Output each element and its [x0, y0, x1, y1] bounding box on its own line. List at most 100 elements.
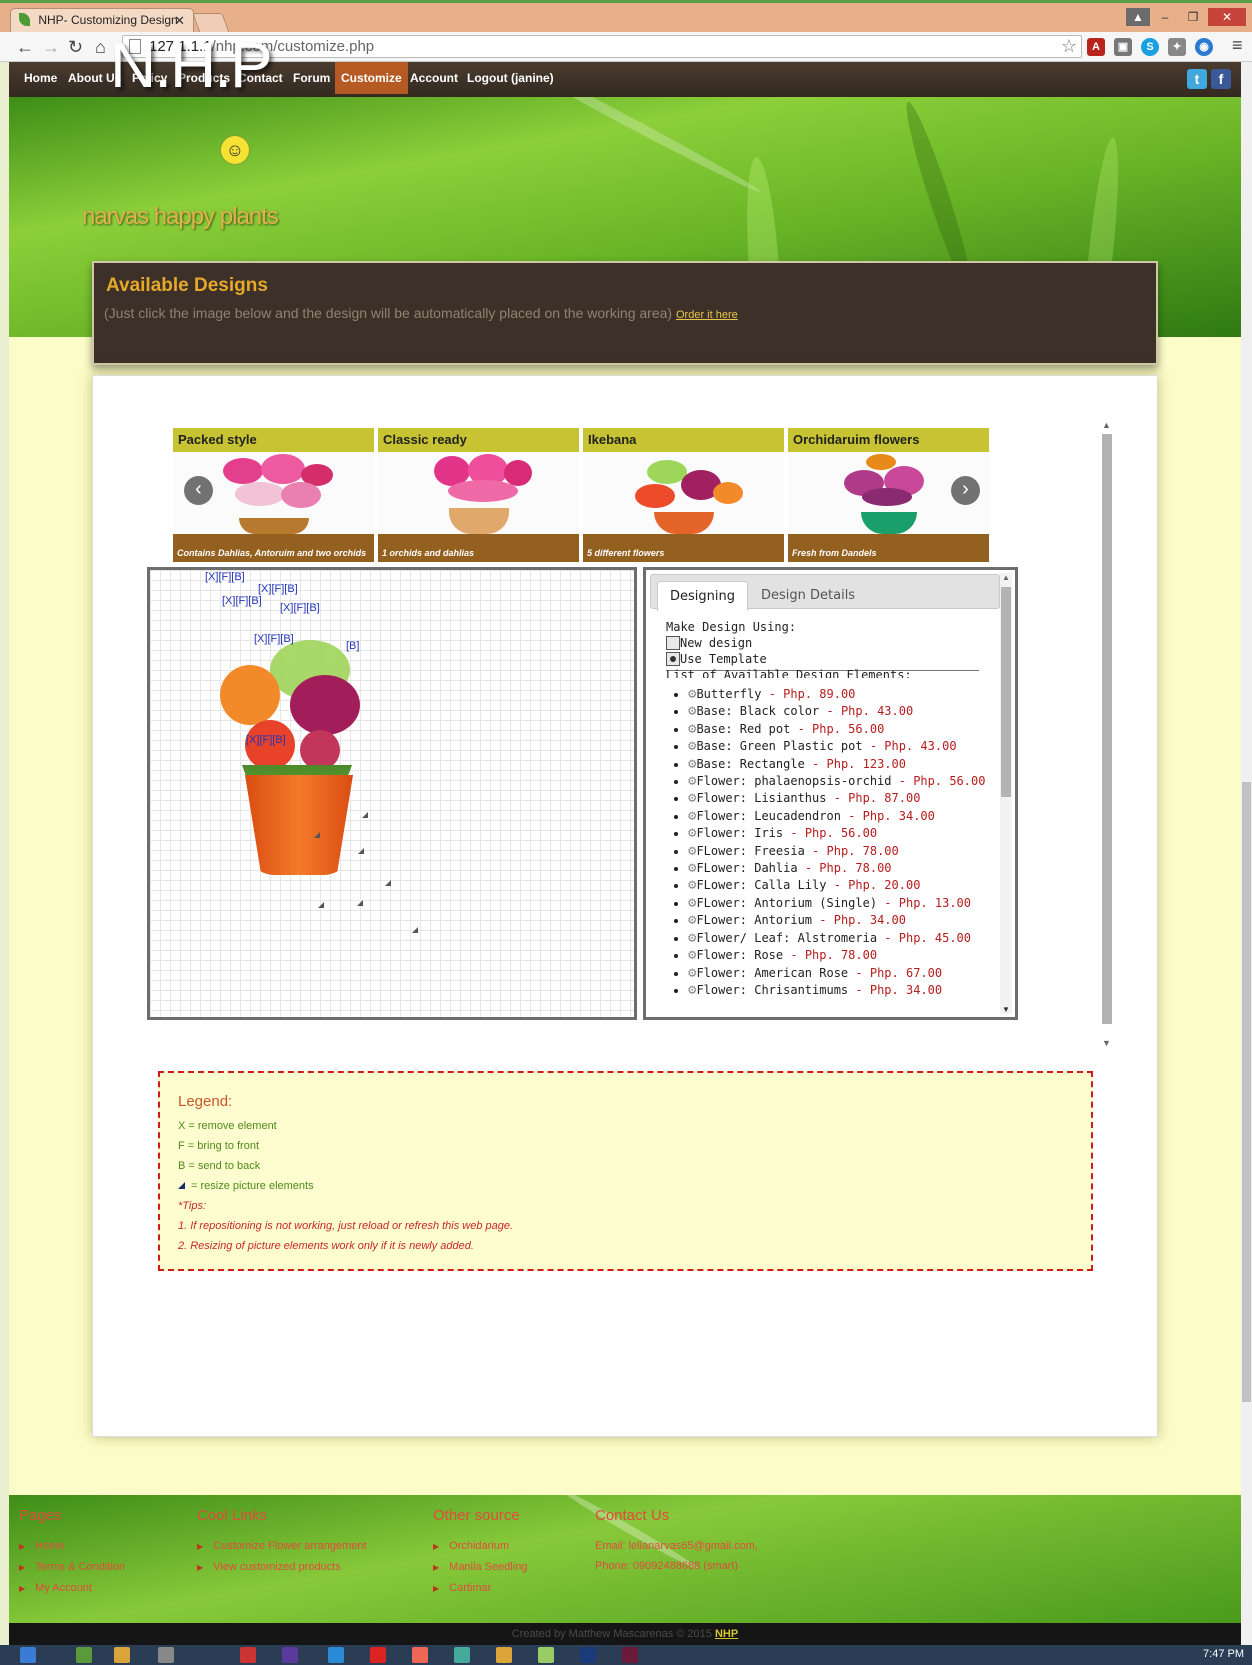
- footer-link[interactable]: Home: [19, 1536, 125, 1557]
- footer-link[interactable]: Terms & Condition: [19, 1557, 125, 1578]
- element-controls[interactable]: [X][F][B]: [280, 602, 320, 614]
- design-element-item[interactable]: ⚙Flower: Rose - Php. 78.00: [688, 947, 988, 964]
- panel-scroll-thumb[interactable]: [1102, 434, 1112, 1024]
- opera-icon[interactable]: [370, 1647, 386, 1663]
- working-area[interactable]: [X][F][B] [X][F][B] [X][F][B] [X][F][B] …: [147, 567, 637, 1020]
- resize-handle-icon[interactable]: [314, 832, 320, 838]
- chrome-icon[interactable]: [454, 1647, 470, 1663]
- radio-new-design[interactable]: [666, 636, 680, 650]
- back-arrow-icon[interactable]: ←: [16, 37, 34, 58]
- element-controls[interactable]: [X][F][B]: [258, 583, 298, 595]
- twitter-icon[interactable]: t: [1187, 69, 1207, 89]
- resize-handle-icon[interactable]: [318, 902, 324, 908]
- option-use-template[interactable]: Use Template: [666, 652, 988, 666]
- scroll-down-icon[interactable]: ▼: [1102, 1038, 1111, 1048]
- photoshop-icon[interactable]: [580, 1647, 596, 1663]
- design-element-item[interactable]: ⚙Flower: Iris - Php. 56.00: [688, 825, 988, 842]
- minimize-button[interactable]: –: [1152, 8, 1178, 26]
- footer-link[interactable]: My Account: [19, 1578, 125, 1599]
- design-card-ikebana[interactable]: Ikebana 5 different flowers: [583, 428, 784, 562]
- facebook-icon[interactable]: f: [1211, 69, 1231, 89]
- design-element-item[interactable]: ⚙FLower: Antorium (Single) - Php. 13.00: [688, 895, 988, 912]
- design-element-item[interactable]: ⚙Base: Red pot - Php. 56.00: [688, 721, 988, 738]
- resize-handle-icon[interactable]: [362, 812, 368, 818]
- tab-design-details[interactable]: Design Details: [749, 581, 867, 611]
- indesign-icon[interactable]: [622, 1647, 638, 1663]
- scroll-up-icon[interactable]: ▲: [1002, 573, 1010, 582]
- nav-home[interactable]: Home: [24, 71, 57, 85]
- extension-icon[interactable]: ▣: [1114, 38, 1132, 56]
- element-controls[interactable]: [X][F][B]: [222, 595, 262, 607]
- menu-icon[interactable]: ≡: [1232, 35, 1243, 56]
- reload-icon[interactable]: ↻: [68, 37, 83, 58]
- design-element-item[interactable]: ⚙Base: Black color - Php. 43.00: [688, 703, 988, 720]
- nav-logout[interactable]: Logout (janine): [467, 71, 554, 85]
- footer-link[interactable]: Manila Seedling: [433, 1557, 527, 1578]
- home-icon[interactable]: ⌂: [95, 37, 106, 58]
- element-controls[interactable]: [X][F][B]: [246, 734, 286, 746]
- panel-scrollbar[interactable]: ▲ ▼: [1100, 420, 1114, 1050]
- flower-element[interactable]: [290, 675, 360, 735]
- page-scrollbar[interactable]: [1241, 62, 1252, 1645]
- nav-customize[interactable]: Customize: [335, 62, 408, 94]
- design-card-classic[interactable]: Classic ready 1 orchids and dahlias: [378, 428, 579, 562]
- pdf-extension-icon[interactable]: A: [1087, 38, 1105, 56]
- order-link[interactable]: Order it here: [676, 309, 738, 321]
- flower-element[interactable]: [220, 665, 280, 725]
- design-element-item[interactable]: ⚙Flower: American Rose - Php. 67.00: [688, 965, 988, 982]
- flower-element[interactable]: [300, 730, 340, 770]
- nav-account[interactable]: Account: [410, 71, 458, 85]
- design-image[interactable]: [378, 452, 579, 534]
- site-logo[interactable]: N.H.P: [110, 28, 273, 102]
- design-element-item[interactable]: ⚙FLower: Antorium - Php. 34.00: [688, 912, 988, 929]
- app-icon[interactable]: [158, 1647, 174, 1663]
- page-scroll-thumb[interactable]: [1242, 782, 1251, 1402]
- carousel-next-button[interactable]: ›: [951, 476, 980, 505]
- user-icon[interactable]: ▲: [1126, 8, 1150, 26]
- design-element-item[interactable]: ⚙Base: Green Plastic pot - Php. 43.00: [688, 738, 988, 755]
- design-element-item[interactable]: ⚙FLower: Calla Lily - Php. 20.00: [688, 877, 988, 894]
- footer-link[interactable]: Cartimar: [433, 1578, 527, 1599]
- explorer-icon[interactable]: [114, 1647, 130, 1663]
- forward-arrow-icon[interactable]: →: [42, 37, 60, 58]
- app-icon[interactable]: [282, 1647, 298, 1663]
- design-element-item[interactable]: ⚙Flower/ Leaf: Alstromeria - Php. 45.00: [688, 930, 988, 947]
- puzzle-extension-icon[interactable]: ✦: [1168, 38, 1186, 56]
- elements-scroll-thumb[interactable]: [1001, 587, 1011, 797]
- red-pot-element[interactable]: [245, 775, 353, 875]
- option-new-design[interactable]: New design: [666, 636, 988, 650]
- design-element-item[interactable]: ⚙Flower: Leucadendron - Php. 34.00: [688, 808, 988, 825]
- credit-link[interactable]: NHP: [715, 1628, 738, 1640]
- elements-scrollbar[interactable]: ▲ ▼: [1000, 573, 1012, 1014]
- design-element-item[interactable]: ⚙Flower: Chrisantimums - Php. 34.00: [688, 982, 988, 999]
- close-tab-icon[interactable]: ✕: [174, 13, 185, 29]
- element-controls-partial[interactable]: [B]: [346, 640, 359, 652]
- app-icon[interactable]: [538, 1647, 554, 1663]
- scroll-down-icon[interactable]: ▼: [1002, 1005, 1010, 1014]
- design-element-item[interactable]: ⚙FLower: Dahlia - Php. 78.00: [688, 860, 988, 877]
- design-element-item[interactable]: ⚙Flower: Lisianthus - Php. 87.00: [688, 790, 988, 807]
- design-element-item[interactable]: ⚙Butterfly - Php. 89.00: [688, 686, 988, 703]
- nav-forum[interactable]: Forum: [293, 71, 330, 85]
- footer-link[interactable]: Customize Flower arrangement: [197, 1536, 366, 1557]
- globe-extension-icon[interactable]: ◉: [1195, 38, 1213, 56]
- bookmark-star-icon[interactable]: ☆: [1061, 36, 1077, 57]
- radio-use-template[interactable]: [666, 652, 680, 666]
- carousel-prev-button[interactable]: ‹: [184, 476, 213, 505]
- app-icon[interactable]: [76, 1647, 92, 1663]
- app-icon[interactable]: [496, 1647, 512, 1663]
- close-window-button[interactable]: ✕: [1208, 8, 1246, 26]
- design-image[interactable]: [583, 452, 784, 534]
- resize-handle-icon[interactable]: [357, 900, 363, 906]
- resize-handle-icon[interactable]: [358, 848, 364, 854]
- resize-handle-icon[interactable]: [385, 880, 391, 886]
- element-controls[interactable]: [X][F][B]: [205, 571, 245, 583]
- start-icon[interactable]: [20, 1647, 36, 1663]
- ie-icon[interactable]: [328, 1647, 344, 1663]
- footer-link[interactable]: Orchidarium: [433, 1536, 527, 1557]
- design-element-item[interactable]: ⚙Flower: phalaenopsis-orchid - Php. 56.0…: [688, 773, 988, 790]
- footer-link[interactable]: View customized products: [197, 1557, 367, 1578]
- skype-icon[interactable]: S: [1141, 38, 1159, 56]
- app-icon[interactable]: [412, 1647, 428, 1663]
- scroll-up-icon[interactable]: ▲: [1102, 420, 1111, 430]
